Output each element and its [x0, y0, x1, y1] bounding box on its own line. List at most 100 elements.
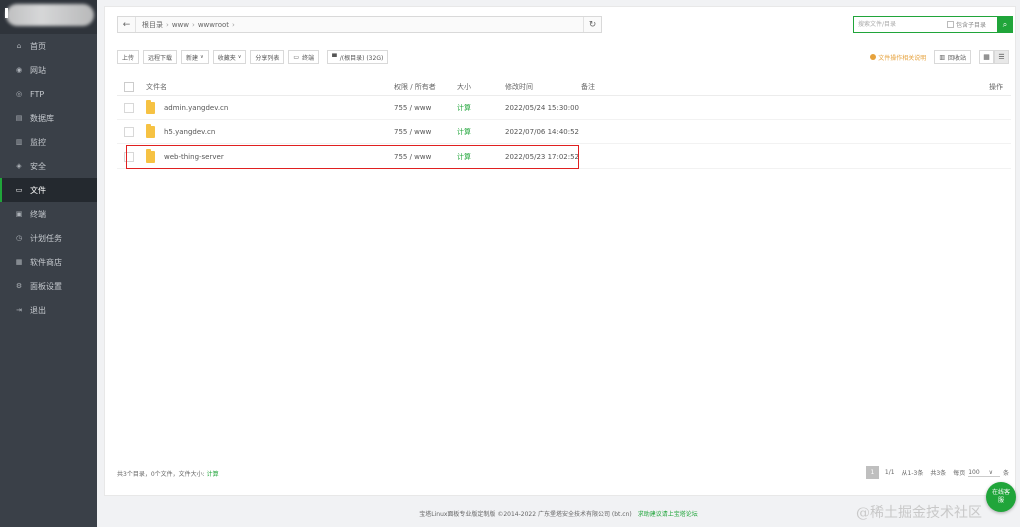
row-checkbox[interactable] — [124, 126, 134, 137]
sidebar-item[interactable]: ◈ 安全 — [0, 154, 97, 178]
pagination: 1 1/1 从1-3条 共3条 每页 100 ∨ 条 — [865, 466, 1009, 479]
terminal-icon: ▣ — [15, 210, 23, 218]
shield-icon: ◈ — [16, 162, 22, 170]
chevron-down-icon: ∨ — [200, 54, 204, 60]
refresh-icon[interactable]: ↻ — [583, 17, 601, 32]
select-all-checkbox[interactable] — [124, 82, 134, 92]
share-list-button[interactable]: 分享列表 — [250, 50, 285, 64]
calc-size-link[interactable]: 计算 — [457, 103, 505, 113]
brand-logo — [0, 0, 97, 34]
path-bar: ← 根目录 › www › wwwroot › ↻ — [117, 16, 602, 33]
sidebar-item[interactable]: ⌂ 首页 — [0, 34, 97, 58]
sidebar-item-label: 监控 — [30, 137, 46, 147]
chevron-right-icon: › — [192, 20, 195, 29]
upload-button[interactable]: 上传 — [117, 50, 140, 64]
info-icon — [870, 54, 877, 60]
sidebar-item-label: 网站 — [30, 65, 46, 75]
globe-icon: ◉ — [15, 66, 23, 74]
search-button[interactable]: ⌕ — [997, 16, 1013, 33]
file-name-cell[interactable]: admin.yangdev.cn — [146, 99, 394, 114]
page-count: 1/1 — [884, 469, 895, 476]
sidebar-item-label: 计划任务 — [30, 233, 62, 243]
header-name[interactable]: 文件名 — [146, 82, 394, 92]
include-subdir-checkbox[interactable] — [947, 21, 954, 28]
back-arrow-icon[interactable]: ← — [118, 17, 136, 32]
sidebar-item[interactable]: ▣ 终端 — [0, 202, 97, 226]
sidebar-item[interactable]: ▭ 文件 — [0, 178, 97, 202]
chevron-down-icon: ∨ — [237, 54, 242, 60]
page-number-button[interactable]: 1 — [865, 466, 879, 479]
breadcrumb: 根目录 › www › wwwroot › — [136, 20, 238, 30]
breadcrumb-wwwroot[interactable]: wwwroot — [198, 21, 229, 29]
per-page-select[interactable]: 100 ∨ — [968, 469, 1000, 477]
online-service-button[interactable]: 在线客服 — [986, 482, 1016, 512]
file-name[interactable]: admin.yangdev.cn — [164, 104, 228, 112]
toolbar: 上传 远程下载 新建 ∨ 收藏夹 ∨ 分享列表 ▭ 终端 ▀/(根目录) (32G) — [117, 50, 392, 64]
include-subdir-toggle[interactable]: 包含子目录 — [947, 20, 986, 29]
header-time[interactable]: 修改时间 — [505, 82, 581, 92]
recycle-bin-button[interactable]: ▥ 回收站 — [934, 50, 971, 64]
gear-icon: ⚙ — [15, 282, 23, 290]
calc-size-link[interactable]: 计算 — [457, 127, 505, 137]
header-size[interactable]: 大小 — [457, 82, 505, 92]
perm-cell[interactable]: 755 / www — [394, 104, 457, 112]
apps-icon: ▦ — [15, 258, 23, 266]
table-row[interactable]: admin.yangdev.cn 755 / www 计算 2022/05/24 15… — [117, 96, 1011, 120]
sidebar-item[interactable]: ⚙ 面板设置 — [0, 274, 97, 298]
calc-total-size-link[interactable]: 计算 — [207, 471, 219, 478]
search-input[interactable] — [854, 17, 944, 32]
row-checkbox[interactable] — [124, 102, 134, 113]
clock-icon: ◷ — [15, 234, 23, 242]
per-page-label: 每页 — [953, 470, 966, 477]
file-ops-notice-link[interactable]: 文件操作相关说明 — [870, 53, 926, 62]
copyright-text: 宝塔Linux面板专业版定制版 ©2014-2022 广东堡塔安全技术有限公司 … — [419, 511, 632, 518]
perm-cell[interactable]: 755 / www — [394, 128, 457, 136]
sidebar-item[interactable]: ▦ 软件商店 — [0, 250, 97, 274]
sidebar-item-label: 终端 — [30, 209, 46, 219]
chevron-down-icon: ∨ — [988, 468, 993, 476]
sidebar-item-label: 软件商店 — [30, 257, 62, 267]
list-view-icon[interactable]: ☰ — [994, 50, 1009, 64]
breadcrumb-root[interactable]: 根目录 — [142, 20, 163, 30]
sidebar-item[interactable]: ◎ FTP — [0, 82, 97, 106]
chevron-right-icon: › — [232, 20, 235, 29]
highlight-box — [126, 145, 579, 169]
sidebar-item-label: FTP — [30, 89, 45, 99]
terminal-icon: ▭ — [293, 53, 300, 61]
sidebar-item[interactable]: ⇥ 退出 — [0, 298, 97, 322]
database-icon: ▤ — [15, 114, 23, 122]
sidebar-item[interactable]: ▤ 数据库 — [0, 106, 97, 130]
sidebar-item-label: 首页 — [30, 41, 46, 51]
trash-icon: ▥ — [939, 53, 945, 61]
page-range: 从1-3条 — [901, 470, 924, 477]
modified-time-cell: 2022/05/24 15:30:00 — [505, 103, 580, 112]
sidebar-item-label: 文件 — [30, 185, 46, 195]
sidebar-nav: ⌂ 首页 ◉ 网站 ◎ FTP ▤ 数据库 ▥ 监控 ◈ 安全 ▭ 文件 ▣ 终端 ◷ 计划任务 ▦ 软件商店 ⚙ 面板设… — [0, 34, 97, 322]
file-name[interactable]: h5.yangdev.cn — [164, 128, 215, 136]
total-count: 共3条 — [930, 470, 947, 477]
forum-link[interactable]: 求助建议请上宝塔论坛 — [638, 511, 698, 518]
sidebar-item[interactable]: ◷ 计划任务 — [0, 226, 97, 250]
disk-usage-button[interactable]: ▀/(根目录) (32G) — [327, 50, 389, 64]
online-service-label: 在线客服 — [992, 489, 1011, 504]
remote-download-button[interactable]: 远程下载 — [143, 50, 178, 64]
grid-view-icon[interactable]: ▦ — [979, 50, 994, 64]
search-box: 包含子目录 ⌕ — [853, 16, 1013, 33]
terminal-button[interactable]: ▭ 终端 — [288, 50, 320, 64]
file-name-cell[interactable]: h5.yangdev.cn — [146, 123, 394, 138]
folder-icon: ▭ — [15, 186, 23, 194]
monitor-icon: ▥ — [15, 138, 23, 146]
sidebar-item[interactable]: ▥ 监控 — [0, 130, 97, 154]
per-page-unit: 条 — [1002, 470, 1009, 477]
toolbar-right: 文件操作相关说明 ▥ 回收站 ▦ ☰ — [870, 50, 1009, 64]
new-dropdown-button[interactable]: 新建 ∨ — [181, 50, 209, 64]
breadcrumb-www[interactable]: www — [172, 21, 189, 29]
table-header: 文件名 权限 / 所有者 大小 修改时间 备注 操作 — [117, 79, 1011, 96]
favorites-dropdown-button[interactable]: 收藏夹 ∨ — [212, 50, 247, 64]
table-row[interactable]: h5.yangdev.cn 755 / www 计算 2022/07/06 14:40… — [117, 120, 1011, 144]
search-icon: ⌕ — [1002, 19, 1008, 29]
include-subdir-label: 包含子目录 — [956, 22, 987, 29]
sidebar-item[interactable]: ◉ 网站 — [0, 58, 97, 82]
logout-icon: ⇥ — [16, 306, 22, 314]
chevron-right-icon: › — [166, 20, 169, 29]
